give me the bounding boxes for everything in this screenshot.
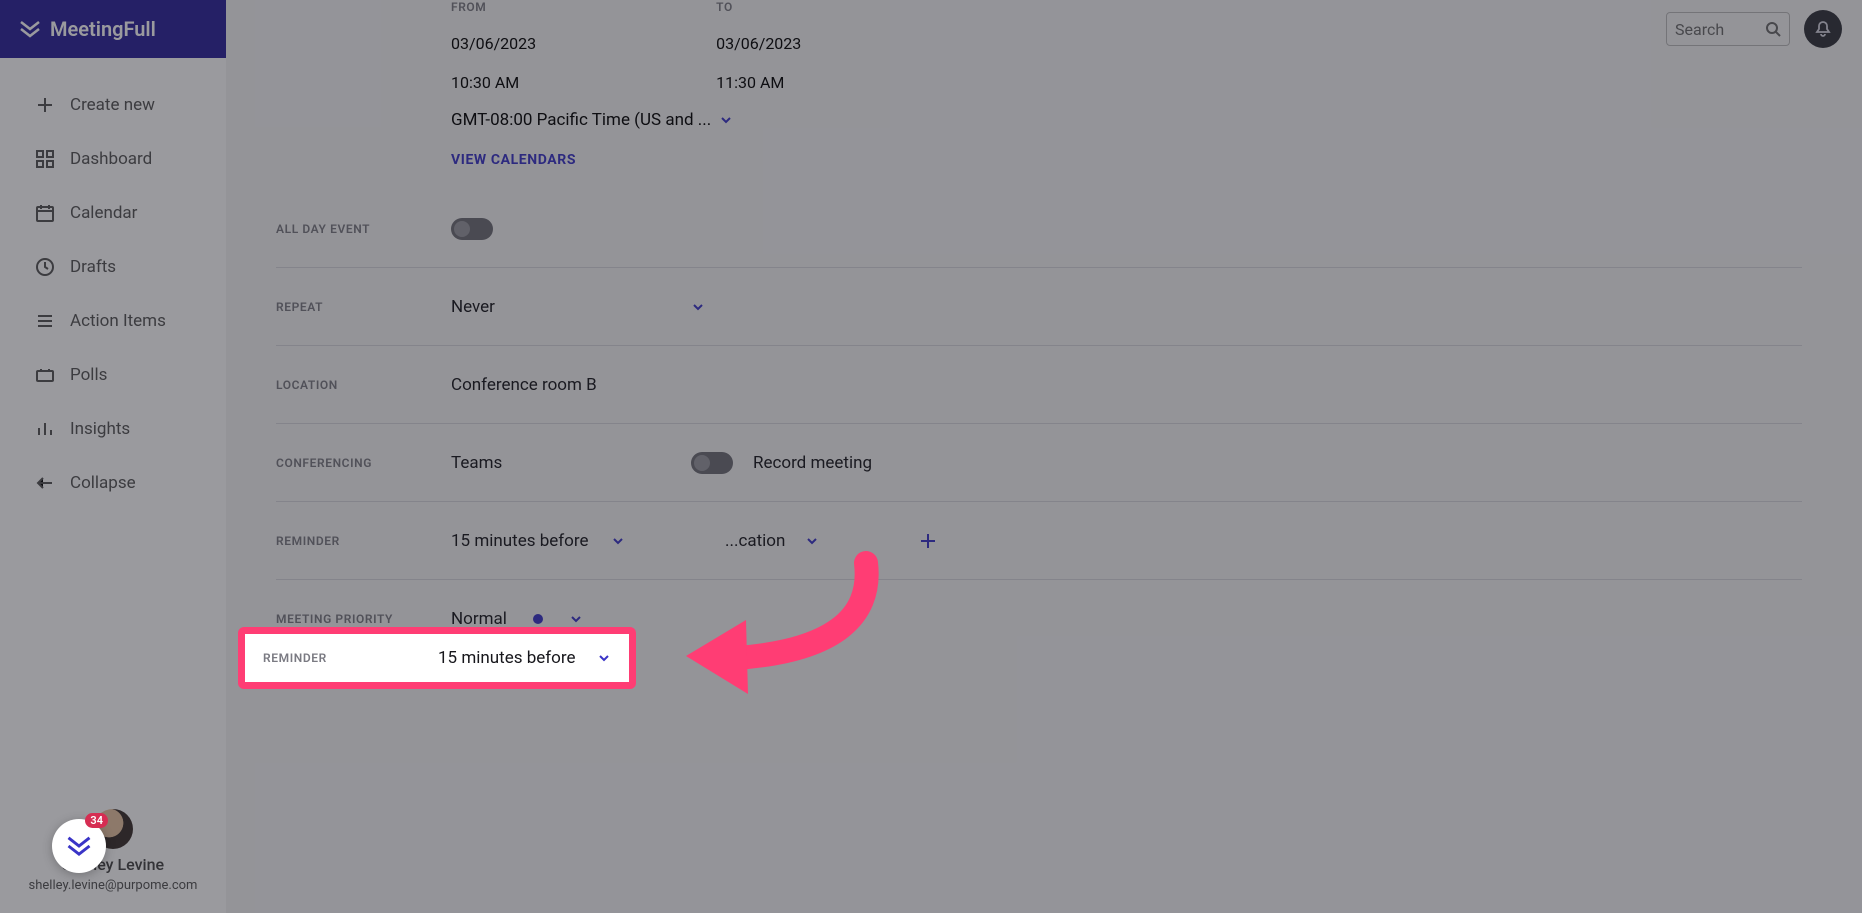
nav-insights[interactable]: Insights: [0, 402, 226, 456]
reminder-label: REMINDER: [263, 651, 438, 665]
chevron-down-icon[interactable]: [569, 612, 583, 626]
nav-label: Action Items: [70, 311, 166, 331]
chevron-down-icon[interactable]: [719, 113, 733, 127]
repeat-label: REPEAT: [276, 300, 451, 314]
conferencing-label: CONFERENCING: [276, 456, 451, 470]
nav-label: Insights: [70, 419, 130, 439]
sidebar: MeetingFull Create new Dashboard: [0, 0, 226, 913]
all-day-toggle[interactable]: [451, 218, 493, 240]
user-email: shelley.levine@purpome.com: [0, 878, 226, 893]
priority-dot-icon: [533, 614, 543, 624]
chevron-down-icon[interactable]: [597, 651, 611, 665]
user-name: Shelley Levine: [0, 855, 226, 874]
reminder-highlight: REMINDER 15 minutes before: [238, 627, 636, 689]
location-value[interactable]: Conference room B: [451, 375, 597, 395]
notifications-button[interactable]: [1804, 10, 1842, 48]
search-input[interactable]: Search: [1666, 12, 1790, 46]
main-content: FROM 03/06/2023 10:30 AM TO 03/06/2023 1…: [226, 0, 1862, 913]
clock-icon: [34, 256, 56, 278]
timezone-value[interactable]: GMT-08:00 Pacific Time (US and ...: [451, 110, 711, 130]
chart-icon: [34, 418, 56, 440]
notification-badge: 34: [85, 813, 108, 828]
priority-value[interactable]: Normal: [451, 609, 507, 629]
chevron-down-icon[interactable]: [691, 300, 705, 314]
to-time[interactable]: 11:30 AM: [716, 73, 801, 92]
all-day-label: ALL DAY EVENT: [276, 222, 451, 236]
list-icon: [34, 310, 56, 332]
nav-label: Calendar: [70, 203, 137, 223]
nav-action-items[interactable]: Action Items: [0, 294, 226, 348]
location-label: LOCATION: [276, 378, 451, 392]
logo-icon: [65, 832, 93, 860]
poll-icon: [34, 364, 56, 386]
bell-icon: [1814, 20, 1832, 38]
reminder-value[interactable]: 15 minutes before: [438, 648, 575, 668]
conferencing-value[interactable]: Teams: [451, 453, 671, 473]
notification-partial[interactable]: ...cation: [725, 531, 785, 551]
nav-calendar[interactable]: Calendar: [0, 186, 226, 240]
reminder-label-bg: REMINDER: [276, 534, 451, 548]
search-placeholder: Search: [1675, 20, 1724, 39]
grid-icon: [34, 148, 56, 170]
logo-bar[interactable]: MeetingFull: [0, 0, 226, 58]
nav-list: Create new Dashboard Calendar: [0, 58, 226, 530]
nav-collapse[interactable]: Collapse: [0, 456, 226, 510]
priority-label: MEETING PRIORITY: [276, 612, 451, 626]
record-toggle[interactable]: [691, 452, 733, 474]
nav-label: Create new: [70, 95, 155, 115]
reminder-value-bg[interactable]: 15 minutes before: [451, 531, 591, 551]
nav-dashboard[interactable]: Dashboard: [0, 132, 226, 186]
logo-icon: [18, 17, 42, 41]
nav-create-new[interactable]: Create new: [0, 78, 226, 132]
arrow-left-icon: [34, 472, 56, 494]
nav-label: Collapse: [70, 473, 136, 493]
nav-label: Drafts: [70, 257, 116, 277]
floating-logo-button[interactable]: 34: [52, 819, 106, 873]
search-icon: [1765, 21, 1781, 37]
repeat-value[interactable]: Never: [451, 297, 671, 317]
nav-polls[interactable]: Polls: [0, 348, 226, 402]
nav-label: Dashboard: [70, 149, 152, 169]
view-calendars-link[interactable]: VIEW CALENDARS: [451, 152, 576, 168]
record-label: Record meeting: [753, 453, 872, 473]
top-header: Search: [226, 0, 1862, 58]
calendar-icon: [34, 202, 56, 224]
plus-icon: [34, 94, 56, 116]
nav-label: Polls: [70, 365, 107, 385]
user-block: Shelley Levine shelley.levine@purpome.co…: [0, 809, 226, 893]
add-reminder-button[interactable]: [919, 532, 937, 550]
from-time[interactable]: 10:30 AM: [451, 73, 536, 92]
nav-drafts[interactable]: Drafts: [0, 240, 226, 294]
chevron-down-icon[interactable]: [611, 534, 625, 548]
chevron-down-icon[interactable]: [805, 534, 819, 548]
brand-name: MeetingFull: [50, 17, 156, 41]
